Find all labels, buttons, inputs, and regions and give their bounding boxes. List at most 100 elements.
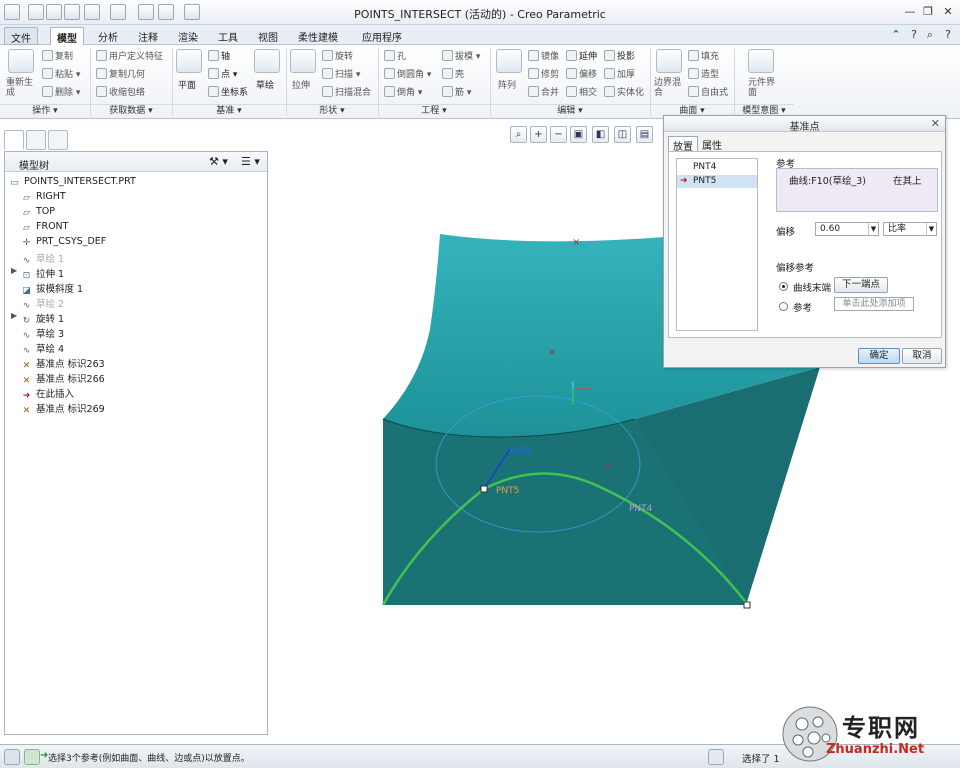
minimize-icon[interactable]: — bbox=[902, 5, 918, 19]
extrude-icon[interactable] bbox=[290, 49, 316, 73]
references-collector[interactable]: 曲线:F10(草绘_3) 在其上 bbox=[776, 168, 938, 212]
reference-type[interactable]: 在其上 bbox=[893, 173, 922, 187]
revolve-button[interactable]: 旋转 bbox=[322, 49, 353, 62]
show-navigator-icon[interactable] bbox=[4, 749, 20, 765]
project-button[interactable]: 投影 bbox=[604, 49, 635, 62]
group-shapes[interactable]: 形状 ▾ bbox=[286, 104, 378, 118]
extrude-button[interactable]: 拉伸 bbox=[292, 78, 310, 91]
tab-annotate[interactable]: 注释 bbox=[132, 27, 164, 45]
tab-tools[interactable]: 工具 bbox=[212, 27, 244, 45]
paste-button[interactable]: 粘贴 ▾ bbox=[42, 67, 80, 80]
hole-button[interactable]: 孔 bbox=[384, 49, 406, 62]
tree-item[interactable]: ∿ 草绘 3 bbox=[21, 326, 64, 341]
dialog-titlebar[interactable]: 基准点 ✕ bbox=[664, 116, 945, 133]
repaint-icon[interactable]: ▣ bbox=[570, 126, 587, 143]
browser-icon[interactable] bbox=[24, 749, 40, 765]
group-datum[interactable]: 基准 ▾ bbox=[172, 104, 286, 118]
view-manager-icon[interactable]: ▤ bbox=[636, 126, 653, 143]
style-button[interactable]: 造型 bbox=[688, 67, 719, 80]
tree-item[interactable]: ▱ RIGHT bbox=[21, 191, 66, 205]
offset-reference-collector[interactable]: 单击此处添加项 bbox=[834, 297, 914, 311]
dropdown-arrow-icon[interactable]: ▼ bbox=[868, 223, 878, 235]
boundary-blend-button[interactable]: 边界混合 bbox=[654, 78, 686, 98]
offset-button[interactable]: 偏移 bbox=[566, 67, 597, 80]
trim-button[interactable]: 修剪 bbox=[528, 67, 559, 80]
tab-properties[interactable]: 属性 bbox=[698, 136, 726, 152]
plane-button[interactable]: 平面 bbox=[178, 78, 196, 91]
sketch-button[interactable]: 草绘 bbox=[256, 78, 274, 91]
tree-item[interactable]: ✛ PRT_CSYS_DEF bbox=[21, 236, 107, 250]
help-icon[interactable]: ? bbox=[906, 28, 922, 42]
tree-item[interactable]: ∿ 草绘 2 bbox=[21, 296, 64, 311]
tree-item[interactable]: ▶ ↻ 旋转 1 bbox=[11, 311, 64, 326]
refit-icon[interactable]: ⌕ bbox=[510, 126, 527, 143]
plane-icon[interactable] bbox=[176, 49, 202, 73]
tree-item[interactable]: ✕ 基准点 标识263 bbox=[21, 356, 105, 371]
merge-button[interactable]: 合并 bbox=[528, 85, 559, 98]
boundary-blend-icon[interactable] bbox=[656, 49, 682, 73]
question-icon[interactable]: ? bbox=[940, 28, 956, 42]
sketch-icon[interactable] bbox=[254, 49, 280, 73]
offset-mode-select[interactable]: 比率 ▼ bbox=[883, 222, 937, 236]
ok-button[interactable]: 确定 bbox=[858, 348, 900, 364]
favorites-tab-icon[interactable] bbox=[48, 130, 68, 150]
pattern-button[interactable]: 阵列 bbox=[498, 78, 516, 91]
tab-view[interactable]: 视图 bbox=[252, 27, 284, 45]
restore-icon[interactable]: ❐ bbox=[920, 5, 936, 19]
file-menu[interactable]: 文件 bbox=[4, 27, 38, 45]
tab-flexible-modeling[interactable]: 柔性建模 bbox=[292, 27, 344, 45]
tree-settings-icon[interactable]: ⚒ ▾ bbox=[209, 155, 228, 168]
display-style-icon[interactable]: ◧ bbox=[592, 126, 609, 143]
point-list-item-selected[interactable]: ➜ PNT5 bbox=[677, 175, 757, 188]
zoom-in-icon[interactable]: + bbox=[530, 126, 547, 143]
offset-dimension-label[interactable]: 0.60 bbox=[510, 446, 530, 456]
model-tree-tab-icon[interactable] bbox=[4, 130, 24, 150]
fill-button[interactable]: 填充 bbox=[688, 49, 719, 62]
tree-item[interactable]: ▭ POINTS_INTERSECT.PRT bbox=[9, 176, 136, 190]
copy-geometry-button[interactable]: 复制几何 bbox=[96, 67, 145, 80]
tree-item[interactable]: ▱ TOP bbox=[21, 206, 55, 220]
dropdown-arrow-icon[interactable]: ▼ bbox=[926, 223, 936, 235]
zoom-out-icon[interactable]: − bbox=[550, 126, 567, 143]
tab-analysis[interactable]: 分析 bbox=[92, 27, 124, 45]
saved-views-icon[interactable]: ◫ bbox=[614, 126, 631, 143]
sweep-button[interactable]: 扫描 ▾ bbox=[322, 67, 360, 80]
pnt5-handle[interactable] bbox=[480, 485, 488, 493]
tab-model[interactable]: 模型 bbox=[50, 27, 84, 45]
tree-item[interactable]: ▱ FRONT bbox=[21, 221, 68, 235]
point-button[interactable]: 点 ▾ bbox=[208, 67, 237, 80]
tree-item[interactable]: ✕ 基准点 标识266 bbox=[21, 371, 105, 386]
tree-item[interactable]: ∿ 草绘 4 bbox=[21, 341, 64, 356]
udf-button[interactable]: 用户定义特征 bbox=[96, 49, 163, 62]
mirror-button[interactable]: 镜像 bbox=[528, 49, 559, 62]
folder-browser-tab-icon[interactable] bbox=[26, 130, 46, 150]
next-endpoint-button[interactable]: 下一端点 bbox=[834, 277, 888, 293]
minimize-ribbon-icon[interactable]: ⌃ bbox=[888, 28, 904, 42]
expand-icon[interactable]: ▶ bbox=[11, 266, 17, 275]
group-engineering[interactable]: 工程 ▾ bbox=[378, 104, 490, 118]
group-get-data[interactable]: 获取数据 ▾ bbox=[90, 104, 172, 118]
draft-button[interactable]: 拔模 ▾ bbox=[442, 49, 480, 62]
freestyle-button[interactable]: 自由式 bbox=[688, 85, 728, 98]
tab-placement[interactable]: 放置 bbox=[668, 136, 698, 153]
search-icon[interactable]: ⌕ bbox=[922, 28, 938, 42]
chamfer-button[interactable]: 倒角 ▾ bbox=[384, 85, 422, 98]
round-button[interactable]: 倒圆角 ▾ bbox=[384, 67, 431, 80]
cancel-button[interactable]: 取消 bbox=[902, 348, 942, 364]
group-operations[interactable]: 操作 ▾ bbox=[0, 104, 90, 118]
tree-item[interactable]: ◪ 拔模斜度 1 bbox=[21, 281, 83, 296]
selection-count[interactable]: 选择了 1 bbox=[742, 751, 780, 765]
tree-item[interactable]: ∿ 草绘 1 bbox=[21, 251, 64, 266]
curve-end-radio[interactable] bbox=[779, 282, 788, 291]
close-icon[interactable]: ✕ bbox=[940, 5, 956, 19]
component-interface-icon[interactable] bbox=[748, 49, 774, 73]
point-list-item[interactable]: PNT4 bbox=[677, 161, 757, 174]
csys-button[interactable]: 坐标系 bbox=[208, 85, 248, 98]
curve-end-handle[interactable] bbox=[743, 601, 751, 609]
axis-button[interactable]: 轴 bbox=[208, 49, 230, 62]
tree-item[interactable]: ▶ ⊡ 拉伸 1 bbox=[11, 266, 64, 281]
regenerate-button[interactable]: 重新生成 bbox=[6, 78, 40, 98]
offset-value-field[interactable]: 0.60 ▼ bbox=[815, 222, 879, 236]
tree-item[interactable]: ✕ 基准点 标识269 bbox=[21, 401, 105, 416]
regenerate-icon[interactable] bbox=[8, 49, 34, 73]
